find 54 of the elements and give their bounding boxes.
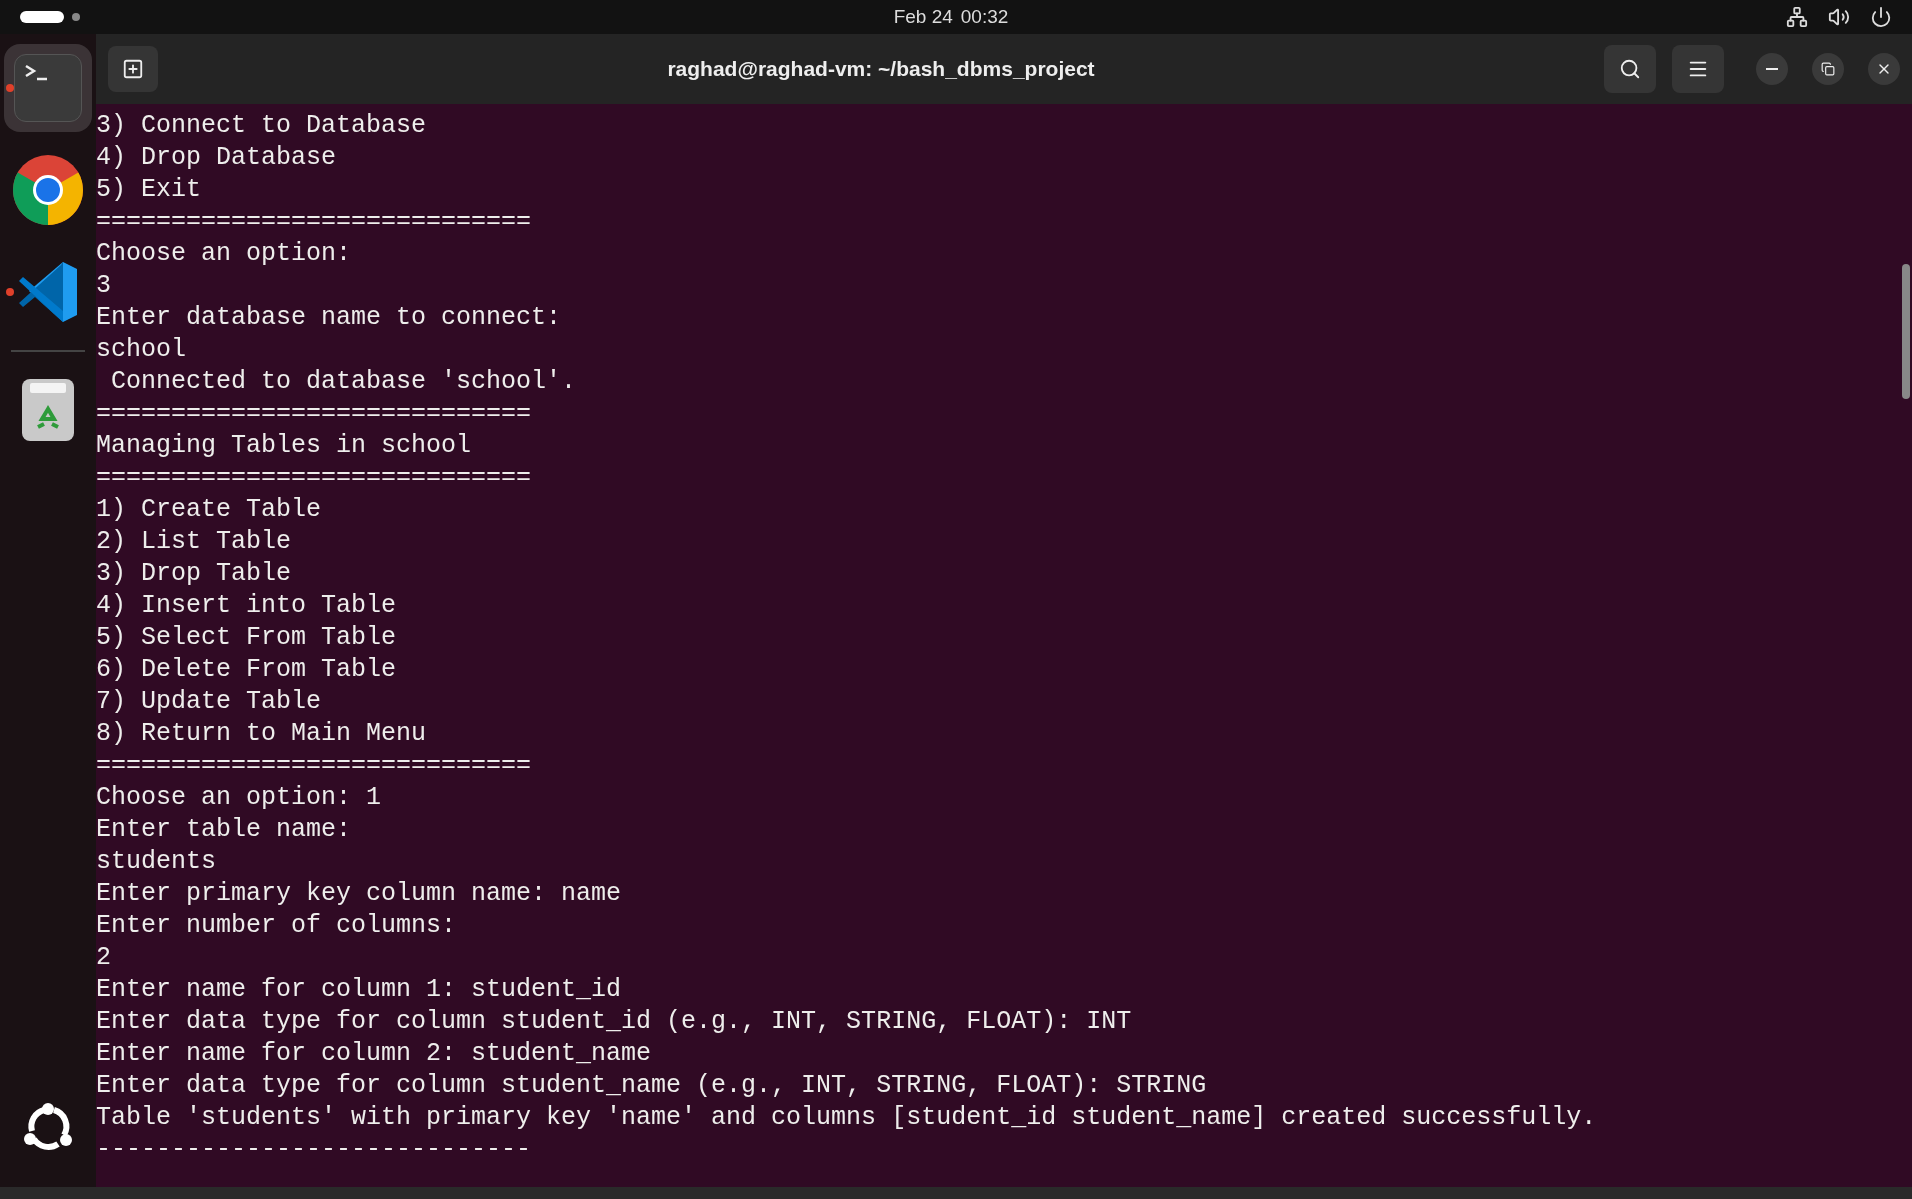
- menu-button[interactable]: [1672, 45, 1724, 93]
- terminal-line: Enter name for column 2: student_name: [96, 1038, 652, 1070]
- terminal-line: 1) Create Table: [96, 494, 322, 526]
- minimize-button[interactable]: [1756, 53, 1788, 85]
- terminal-line: 4) Drop Database: [96, 142, 337, 174]
- minimize-icon: [1766, 68, 1778, 70]
- terminal-line: 2) List Table: [96, 526, 292, 558]
- window-title: raghad@raghad-vm: ~/bash_dbms_project: [666, 56, 1096, 83]
- terminal-icon: [14, 54, 82, 122]
- terminal-line: =============================: [96, 206, 532, 238]
- terminal-line: Table 'students' with primary key 'name' and columns [student_id student_name] created successfully.: [96, 1102, 1597, 1134]
- terminal-line: 8) Return to Main Menu: [96, 718, 427, 750]
- browser-icon: [12, 154, 84, 226]
- terminal-line: Enter data type for column student_name (e.g., INT, STRING, FLOAT): STRING: [96, 1070, 1207, 1102]
- terminal-line: =============================: [96, 750, 532, 782]
- terminal-line: -----------------------------: [96, 1134, 532, 1166]
- terminal-line: =============================: [96, 462, 532, 494]
- terminal-line: Enter table name:: [96, 814, 352, 846]
- restore-icon: [1821, 62, 1835, 76]
- search-button[interactable]: [1604, 45, 1656, 93]
- scrollbar[interactable]: [1902, 264, 1910, 399]
- terminal-line: =============================: [96, 398, 532, 430]
- terminal-line: Choose an option:: [96, 238, 352, 270]
- network-icon[interactable]: [1786, 6, 1808, 28]
- date-text[interactable]: Feb 24: [893, 2, 953, 32]
- terminal-line: students: [96, 846, 217, 878]
- terminal-line: 3) Connect to Database: [96, 110, 427, 142]
- new-tab-button[interactable]: [108, 46, 158, 92]
- terminal-line: 6) Delete From Table: [96, 654, 397, 686]
- terminal-line: Enter primary key column name: name: [96, 878, 622, 910]
- terminal-line: 2: [96, 942, 111, 974]
- restore-button[interactable]: [1812, 53, 1844, 85]
- terminal-line: Managing Tables in school: [96, 430, 472, 462]
- search-icon: [1619, 58, 1641, 80]
- terminal-line: Enter number of columns:: [96, 910, 457, 942]
- terminal-line: 7) Update Table: [96, 686, 322, 718]
- power-icon[interactable]: [1870, 6, 1892, 28]
- close-button[interactable]: [1868, 53, 1900, 85]
- terminal-line: 5) Exit: [96, 174, 202, 206]
- terminal-line: Choose an option: 1: [96, 782, 382, 814]
- terminal-line: Enter database name to connect:: [96, 302, 562, 334]
- workspace-indicator-icon[interactable]: [20, 11, 80, 23]
- terminal-line: Connected to database 'school'.: [110, 366, 577, 398]
- terminal-line: 4) Insert into Table: [96, 590, 397, 622]
- terminal-line: school: [96, 334, 186, 366]
- volume-icon[interactable]: [1828, 6, 1850, 28]
- terminal-line: Enter name for column 1: student_id: [96, 974, 622, 1006]
- new-tab-icon: [122, 58, 144, 80]
- trash-icon: [20, 377, 76, 443]
- terminal-line: 3: [96, 270, 111, 302]
- terminal-line: 5) Select From Table: [96, 622, 397, 654]
- terminal-line: 3) Drop Table: [96, 558, 292, 590]
- time-text[interactable]: 00:32: [960, 2, 1009, 32]
- terminal-line: Enter data type for column student_id (e.g., INT, STRING, FLOAT): INT: [96, 1006, 1132, 1038]
